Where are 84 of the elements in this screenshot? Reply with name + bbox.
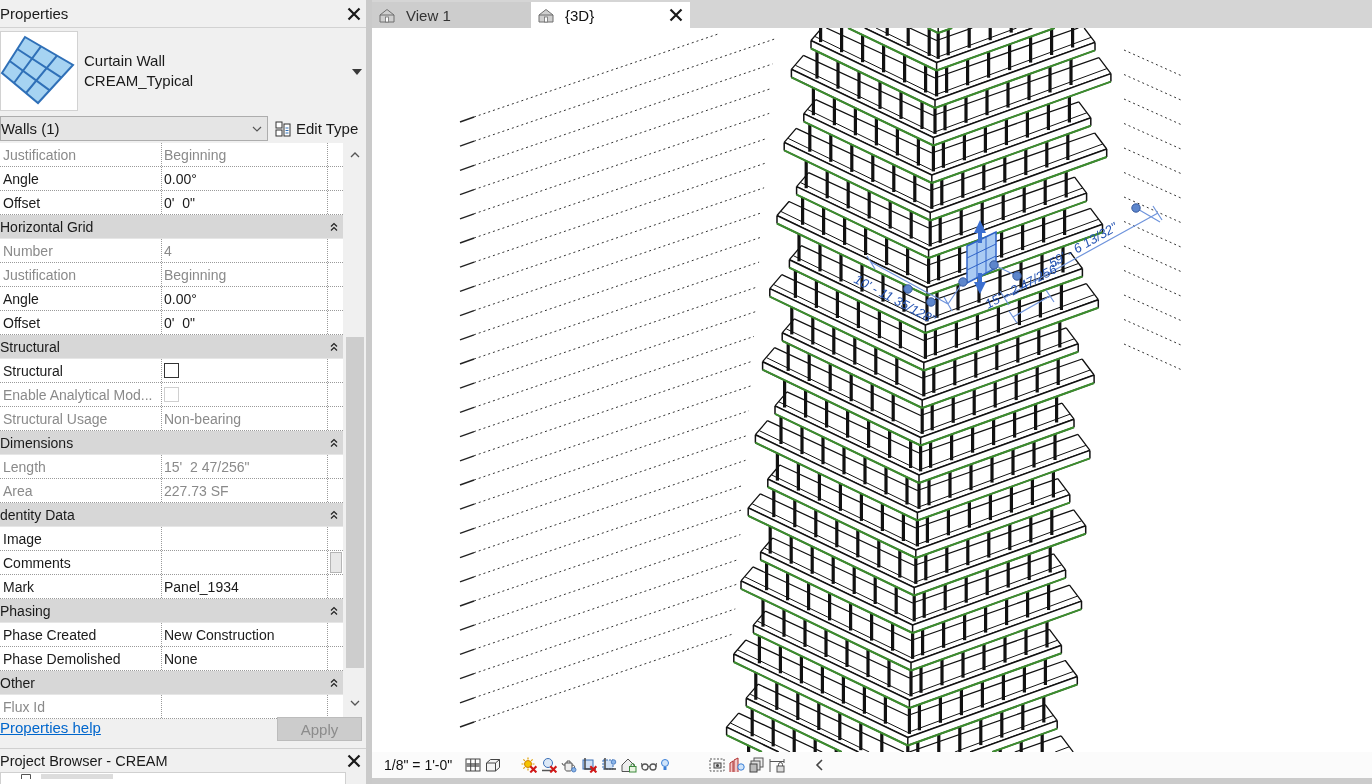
tiled-panel-icon [0,31,78,111]
chevron-left-icon[interactable] [815,759,824,771]
scale-button[interactable]: 1/8" = 1'-0" [384,757,453,773]
property-label: Angle [0,287,162,310]
cards-icon [275,120,291,137]
house-icon [538,7,554,23]
buildings-icon[interactable] [729,757,746,773]
teapot-icon[interactable] [561,757,578,773]
property-label: Structural [0,359,162,382]
property-label: Offset [0,311,162,334]
sphere-icon[interactable] [541,757,558,773]
group-header[interactable]: Horizontal Grid [0,215,343,239]
property-value[interactable]: 0.00° [162,167,328,190]
double-caret-up-icon[interactable] [330,677,338,688]
property-value: 15' 2 47/256" [162,455,328,478]
down-arrow-icon[interactable] [974,273,986,294]
edit-type-button[interactable]: Edit Type [272,116,362,141]
group-header[interactable]: Structural [0,335,343,359]
property-label: Comments [0,551,162,574]
property-label: Structural Usage [0,407,162,430]
scrollbar-thumb[interactable] [345,337,364,668]
property-label: Number [0,239,162,262]
property-label: Phase Created [0,623,162,646]
double-caret-up-icon[interactable] [330,605,338,616]
group-header[interactable]: dentity Data [0,503,343,527]
close-icon[interactable] [669,8,683,22]
camera-icon[interactable] [709,757,726,773]
double-caret-up-icon[interactable] [330,509,338,520]
property-value: 227.73 SF [162,479,328,502]
property-label: Angle [0,167,162,190]
family-name: Curtain Wall [84,51,166,71]
checkbox[interactable] [164,363,179,378]
view-tab[interactable]: View 1 [372,2,531,28]
property-label: Image [0,527,162,550]
chevron-down-icon [252,125,262,132]
up-arrow-icon[interactable] [974,220,986,243]
property-label: Offset [0,191,162,214]
property-label: Justification [0,263,162,286]
tiles-icon[interactable] [465,757,482,773]
house-lock-icon[interactable] [621,757,638,773]
property-label: Area [0,479,162,502]
close-icon[interactable] [347,6,361,21]
lightbulb-icon[interactable] [661,759,670,771]
cell-button[interactable] [329,552,342,573]
crop-icon[interactable] [581,757,598,773]
double-caret-up-icon[interactable] [330,221,338,232]
panel-title: Properties [0,5,69,22]
group-header[interactable]: Dimensions [0,431,343,455]
panel-title: Project Browser - CREAM [0,752,168,769]
double-caret-up-icon[interactable] [330,341,338,352]
property-value[interactable]: New Construction [162,623,328,646]
property-label: Phase Demolished [0,647,162,670]
filter-dropdown[interactable]: Walls (1) [0,116,268,141]
cube-icon[interactable] [485,757,502,773]
group-header[interactable]: Phasing [0,599,343,623]
property-value[interactable]: 0.00° [162,287,328,310]
dropdown-arrow-icon[interactable] [352,69,362,75]
ruler-lock-icon[interactable] [769,757,786,773]
property-label: Flux Id [0,695,162,718]
property-value: Beginning [162,263,328,286]
property-value[interactable]: Panel_1934 [162,575,328,598]
property-value[interactable]: 0' 0" [162,311,328,334]
crop-region-icon[interactable] [601,757,618,773]
type-name: CREAM_Typical [84,71,194,91]
group-header[interactable]: Other [0,671,343,695]
property-value[interactable]: 0' 0" [162,191,328,214]
sun-icon[interactable] [521,757,538,773]
property-value: Non-bearing [162,407,328,430]
scroll-down-icon[interactable] [349,700,360,706]
property-value: Beginning [162,143,328,166]
expander-icon[interactable] [21,774,31,779]
scroll-up-icon[interactable] [349,152,360,158]
house-icon [379,7,395,23]
property-value: 4 [162,239,328,262]
properties-help-link[interactable]: Properties help [0,719,101,737]
property-label: Enable Analytical Mod... [0,383,162,406]
double-caret-up-icon[interactable] [330,437,338,448]
property-label: Justification [0,143,162,166]
property-value[interactable]: None [162,647,328,670]
property-label: Mark [0,575,162,598]
stacked-boxes-icon[interactable] [749,757,766,773]
view-tab[interactable]: {3D} [531,2,690,28]
property-label: Length [0,455,162,478]
close-icon[interactable] [347,753,361,768]
